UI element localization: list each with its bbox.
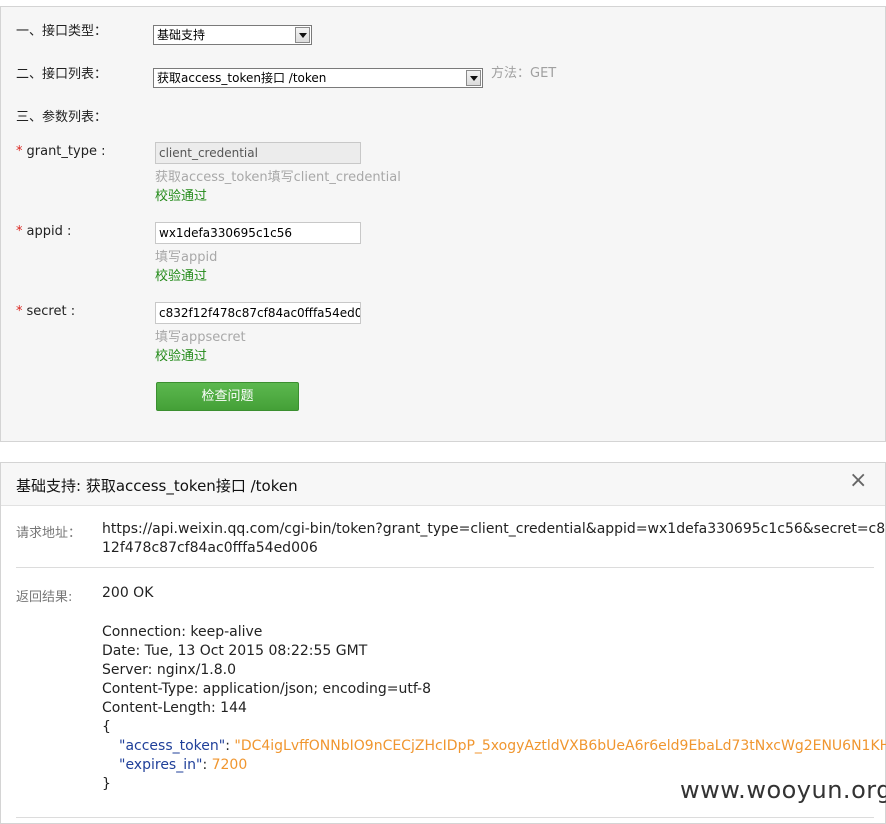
api-debug-form-panel: 一、接口类型： 基础支持 二、接口列表： 获取access_token接口 /t… [0, 6, 886, 442]
required-mark: * [16, 224, 23, 239]
response-header: Date: Tue, 13 Oct 2015 08:22:55 GMT [102, 643, 368, 659]
request-url-label: 请求地址： [16, 526, 82, 541]
appid-hint: 填写appid [155, 250, 218, 265]
divider [16, 817, 874, 818]
return-result-label: 返回结果: [16, 590, 73, 605]
interface-list-select[interactable]: 获取access_token接口 /token [153, 68, 483, 88]
interface-type-select[interactable]: 基础支持 [153, 25, 312, 45]
json-brace-open: { [102, 719, 111, 735]
json-brace-close: } [102, 776, 111, 792]
watermark: www.wooyun.org [680, 776, 886, 804]
json-key: "expires_in" [119, 757, 203, 773]
response-header: Connection: keep-alive [102, 624, 263, 640]
required-mark: * [16, 144, 23, 159]
chevron-down-icon[interactable] [295, 27, 310, 43]
json-line-expires-in: "expires_in": 7200 [119, 757, 248, 773]
response-header: Content-Length: 144 [102, 700, 247, 716]
appid-status: 校验通过 [155, 269, 208, 284]
appid-input[interactable]: wx1defa330695c1c56 [155, 222, 361, 244]
grant-type-input[interactable]: client_credential [155, 142, 361, 164]
response-header: Content-Type: application/json; encoding… [102, 681, 431, 697]
http-status: 200 OK [102, 585, 154, 601]
close-icon[interactable]: × [849, 468, 867, 493]
required-mark: * [16, 304, 23, 319]
result-header: 基础支持: 获取access_token接口 /token × [1, 463, 885, 506]
param-label-appid: * appid : [16, 224, 72, 239]
http-method-label: 方法：GET [491, 66, 557, 81]
secret-hint: 填写appsecret [155, 330, 246, 345]
interface-list-value: 获取access_token接口 /token [157, 71, 327, 85]
json-value: 7200 [211, 757, 248, 773]
result-panel: 基础支持: 获取access_token接口 /token × 请求地址： ht… [0, 462, 886, 824]
check-problem-button[interactable]: 检查问题 [156, 382, 299, 411]
chevron-down-icon[interactable] [466, 70, 481, 86]
interface-type-value: 基础支持 [157, 28, 206, 42]
secret-status: 校验通过 [155, 349, 208, 364]
response-header: Server: nginx/1.8.0 [102, 662, 236, 678]
interface-list-label: 二、接口列表： [16, 67, 108, 82]
json-value: "DC4igLvffONNbIO9nCECjZHcIDpP_5xogyAztld… [234, 738, 886, 754]
divider [16, 567, 874, 568]
param-label-grant-type: * grant_type : [16, 144, 106, 159]
result-title: 基础支持: 获取access_token接口 /token [16, 477, 298, 495]
grant-type-status: 校验通过 [155, 189, 208, 204]
secret-input[interactable]: c832f12f478c87cf84ac0fffa54ed006 [155, 302, 361, 324]
params-list-label: 三、参数列表： [16, 110, 108, 125]
param-label-secret: * secret : [16, 304, 76, 319]
grant-type-hint: 获取access_token填写client_credential [155, 170, 401, 185]
interface-type-label: 一、接口类型： [16, 24, 108, 39]
json-key: "access_token" [119, 738, 226, 754]
json-line-access-token: "access_token": "DC4igLvffONNbIO9nCECjZH… [119, 737, 886, 756]
request-url-line1: https://api.weixin.qq.com/cgi-bin/token?… [102, 521, 886, 537]
request-url-line2: 12f478c87cf84ac0fffa54ed006 [102, 540, 318, 556]
